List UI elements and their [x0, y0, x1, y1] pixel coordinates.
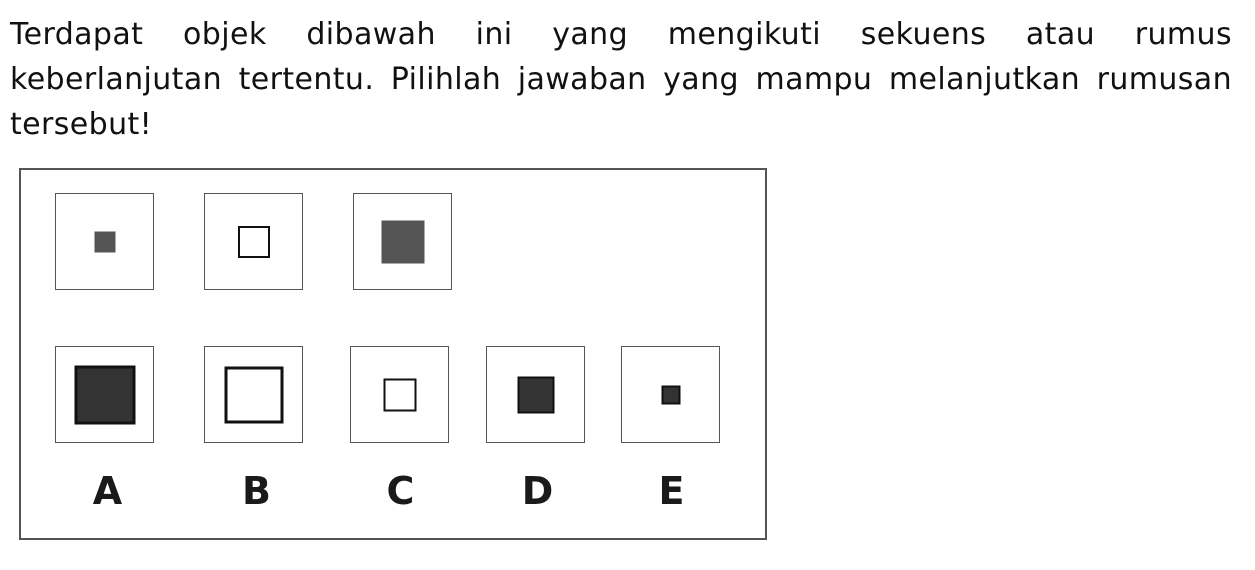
square-shape-sequence-1 — [94, 231, 115, 252]
option-tile-d[interactable] — [486, 346, 585, 443]
square-shape-option-c — [383, 378, 416, 411]
option-tile-b[interactable] — [204, 346, 303, 443]
option-label-e: E — [658, 469, 685, 513]
square-shape-sequence-2 — [237, 225, 270, 258]
option-tile-e[interactable] — [621, 346, 720, 443]
square-shape-sequence-3 — [381, 220, 424, 263]
option-tile-a[interactable] — [55, 346, 154, 443]
square-shape-option-e — [661, 385, 680, 404]
option-label-a: A — [92, 469, 123, 513]
square-shape-option-b — [224, 366, 283, 423]
option-tile-c[interactable] — [350, 346, 449, 443]
square-shape-option-d — [517, 376, 554, 413]
option-label-c: C — [386, 469, 415, 513]
question-text: Terdapat objek dibawah ini yang mengikut… — [10, 17, 1232, 142]
sequence-tile-2 — [204, 193, 303, 290]
sequence-tile-1 — [55, 193, 154, 290]
sequence-tile-3 — [353, 193, 452, 290]
square-shape-option-a — [74, 365, 135, 424]
option-label-d: D — [521, 469, 554, 513]
puzzle-panel: A B C D E — [19, 168, 767, 540]
option-label-b: B — [242, 469, 271, 513]
